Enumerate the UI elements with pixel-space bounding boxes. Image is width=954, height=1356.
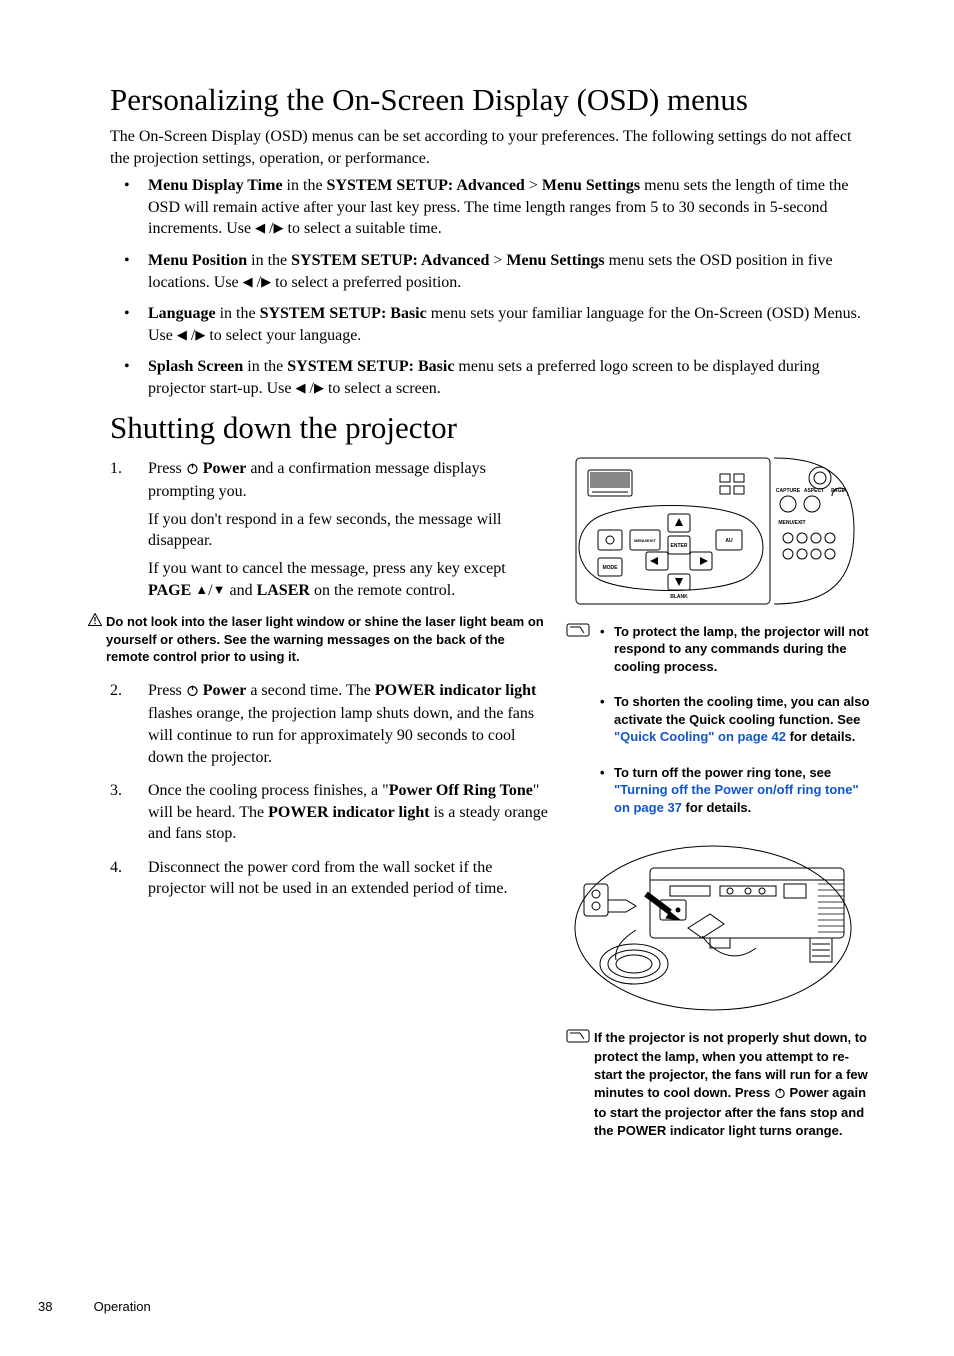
note-quick-cooling: • To shorten the cooling time, you can a…	[566, 693, 870, 746]
footer-section: Operation	[94, 1299, 151, 1314]
page-footer: 38 Operation	[38, 1299, 151, 1314]
svg-text:ASPECT: ASPECT	[804, 488, 824, 494]
bullet-menu-position: Menu Position in the SYSTEM SETUP: Advan…	[110, 250, 870, 293]
note-icon	[566, 1029, 590, 1048]
step-2: 2. Press Power a second time. The POWER …	[110, 680, 548, 768]
arrow-right-icon	[314, 379, 324, 397]
section-heading-osd: Personalizing the On-Screen Display (OSD…	[110, 82, 870, 118]
arrow-left-icon	[255, 219, 265, 237]
svg-text:MENU/EXIT: MENU/EXIT	[634, 538, 656, 543]
svg-text:MODE: MODE	[603, 565, 619, 571]
step-3: 3. Once the cooling process finishes, a …	[110, 780, 548, 845]
warning-icon	[88, 613, 102, 631]
step-4: 4. Disconnect the power cord from the wa…	[110, 857, 548, 900]
side-notes: • To protect the lamp, the projector wil…	[566, 623, 870, 817]
osd-bullet-list: Menu Display Time in the SYSTEM SETUP: A…	[110, 175, 870, 399]
arrow-right-icon	[274, 219, 284, 237]
power-icon	[774, 1086, 786, 1104]
bullet-language: Language in the SYSTEM SETUP: Basic menu…	[110, 303, 870, 346]
laser-warning: Do not look into the laser light window …	[92, 613, 548, 666]
section-heading-shutdown: Shutting down the projector	[110, 410, 870, 446]
arrow-right-icon	[261, 273, 271, 291]
bullet-splash-screen: Splash Screen in the SYSTEM SETUP: Basic…	[110, 356, 870, 399]
arrow-left-icon	[177, 326, 187, 344]
arrow-up-icon	[195, 581, 208, 599]
arrow-down-icon	[213, 581, 226, 599]
note-ring-tone: • To turn off the power ring tone, see "…	[566, 764, 870, 817]
shutdown-steps-cont: 2. Press Power a second time. The POWER …	[110, 680, 548, 900]
control-panel-diagram: MENU/EXIT ENTER BLANK MODE AU	[570, 456, 856, 606]
unplug-diagram	[570, 840, 856, 1016]
note-lamp-protect: • To protect the lamp, the projector wil…	[566, 623, 870, 676]
osd-intro: The On-Screen Display (OSD) menus can be…	[110, 126, 870, 169]
arrow-right-icon	[195, 326, 205, 344]
power-icon	[186, 682, 199, 704]
note-improper-shutdown: If the projector is not properly shut do…	[566, 1029, 870, 1140]
arrow-left-icon	[296, 379, 306, 397]
arrow-left-icon	[243, 273, 253, 291]
svg-text:BLANK: BLANK	[670, 594, 688, 600]
power-icon	[186, 460, 199, 482]
svg-text:MENU/EXIT: MENU/EXIT	[778, 520, 805, 526]
note-icon	[566, 623, 590, 642]
step-1: 1. Press Power and a confirmation messag…	[110, 458, 548, 602]
bullet-menu-display-time: Menu Display Time in the SYSTEM SETUP: A…	[110, 175, 870, 240]
shutdown-steps: 1. Press Power and a confirmation messag…	[110, 458, 548, 602]
svg-text:AU: AU	[725, 538, 733, 544]
svg-text:CAPTURE: CAPTURE	[776, 488, 801, 494]
page-number: 38	[38, 1299, 90, 1314]
link-quick-cooling[interactable]: "Quick Cooling" on page 42	[614, 729, 786, 744]
svg-text:ENTER: ENTER	[671, 543, 688, 549]
